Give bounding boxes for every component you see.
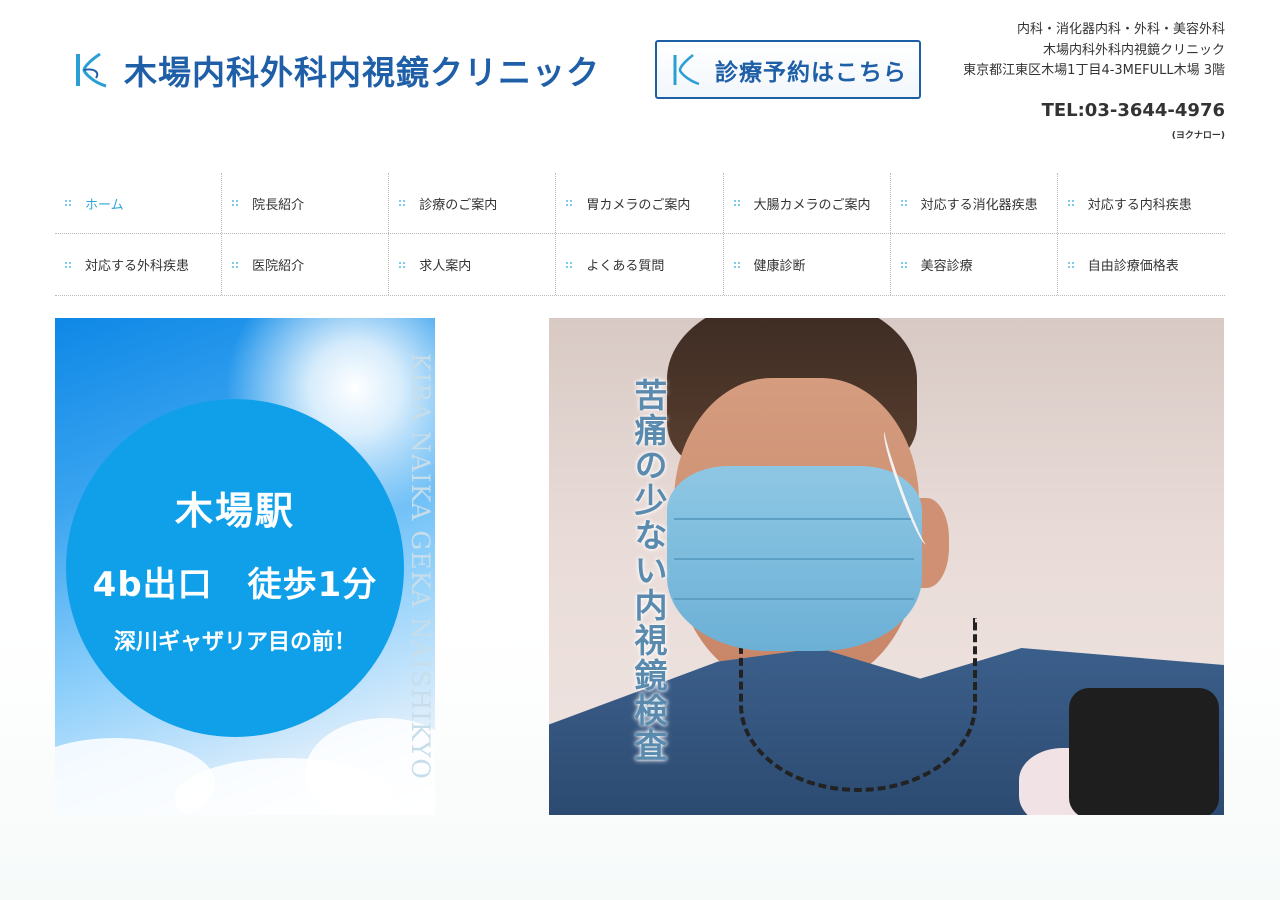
- nav-bullet-icon: [399, 200, 406, 206]
- clinic-logo-icon: [76, 52, 107, 88]
- main-nav: ホーム 院長紹介 診療のご案内 胃カメラのご案内 大腸カメラのご案内 対応する消…: [55, 173, 1225, 296]
- nav-row-1: ホーム 院長紹介 診療のご案内 胃カメラのご案内 大腸カメラのご案内 対応する消…: [55, 173, 1225, 234]
- nav-item-faq[interactable]: よくある質問: [556, 234, 724, 295]
- doctor-hero-image: 苦痛の少ない内視鏡検査: [549, 318, 1224, 815]
- nav-item-label: 自由診療価格表: [1087, 259, 1179, 274]
- nav-item-label: 求人案内: [419, 259, 472, 274]
- nav-item-label: 院長紹介: [252, 197, 305, 213]
- mask-pleat: [674, 558, 914, 560]
- nav-bullet-icon: [900, 261, 907, 268]
- nav-item-surgical-diseases[interactable]: 対応する外科疾患: [55, 234, 223, 295]
- reservation-button[interactable]: 診療予約はこちら: [655, 40, 921, 99]
- nav-bullet-icon: [232, 200, 239, 206]
- clinic-logo-icon: [673, 53, 700, 85]
- clinic-address: 東京都江東区木場1丁目4-3MEFULL木場 3階: [963, 63, 1225, 78]
- nav-item-internal-diseases[interactable]: 対応する内科疾患: [1058, 173, 1225, 233]
- access-banner[interactable]: 木場駅 4b出口 徒歩1分 深川ギャザリア目の前！ KIBA NAIKA GEK…: [55, 318, 435, 815]
- access-circle: 木場駅 4b出口 徒歩1分 深川ギャザリア目の前！: [66, 399, 404, 737]
- nav-item-label: 医院紹介: [252, 259, 305, 274]
- nav-bullet-icon: [399, 261, 406, 268]
- nav-bullet-icon: [566, 261, 573, 268]
- nav-item-clinic-intro[interactable]: 医院紹介: [222, 234, 390, 295]
- nav-item-label: 美容診療: [920, 259, 973, 274]
- nav-item-price-list[interactable]: 自由診療価格表: [1058, 234, 1225, 295]
- nav-item-label: 対応する外科疾患: [85, 259, 190, 274]
- clinic-info: 内科・消化器内科・外科・美容外科 木場内科外科内視鏡クリニック 東京都江東区木場…: [963, 20, 1225, 82]
- phone-number[interactable]: TEL:03-3644-4976: [1042, 100, 1225, 121]
- nav-item-label: よくある質問: [586, 259, 665, 274]
- nav-item-health-checkup[interactable]: 健康診断: [724, 234, 891, 295]
- nav-bullet-icon: [65, 200, 71, 206]
- clinic-name-romaji: KIBA NAIKA GEKA NAISHIKYO: [406, 353, 435, 780]
- nav-item-cosmetic[interactable]: 美容診療: [891, 234, 1058, 295]
- nav-item-label: 診療のご案内: [419, 197, 498, 213]
- nav-bullet-icon: [900, 200, 907, 206]
- nav-item-label: 対応する消化器疾患: [920, 197, 1038, 213]
- phone-mnemonic: (ヨクナロー): [1171, 131, 1225, 141]
- clinic-name: 木場内科外科内視鏡クリニック: [1042, 42, 1225, 58]
- nav-bullet-icon: [566, 200, 573, 206]
- nav-bullet-icon: [1067, 200, 1074, 206]
- nav-bullet-icon: [733, 200, 740, 206]
- exit-walk-time: 4b出口 徒歩1分: [92, 565, 378, 605]
- endoscope: [1069, 688, 1219, 815]
- nav-item-director[interactable]: 院長紹介: [222, 173, 390, 233]
- nav-row-2: 対応する外科疾患 医院紹介 求人案内 よくある質問 健康診断 美容診療 自由診療…: [55, 234, 1225, 296]
- clinic-logo[interactable]: 木場内科外科内視鏡クリニック: [70, 46, 600, 94]
- clinic-logo-text: 木場内科外科内視鏡クリニック: [124, 53, 600, 92]
- nav-item-label: 胃カメラのご案内: [586, 197, 691, 213]
- nav-item-label: 対応する内科疾患: [1087, 197, 1192, 213]
- station-name: 木場駅: [174, 489, 295, 533]
- clinic-specialties: 内科・消化器内科・外科・美容外科: [1016, 22, 1225, 37]
- reservation-button-label: 診療予約はこちら: [715, 59, 907, 86]
- nav-item-home[interactable]: ホーム: [55, 173, 223, 233]
- hero-catchphrase: 苦痛の少ない内視鏡検査: [629, 378, 668, 763]
- mask-pleat: [674, 598, 914, 600]
- nav-item-gastroscopy[interactable]: 胃カメラのご案内: [556, 173, 724, 233]
- nav-bullet-icon: [1067, 261, 1074, 268]
- nav-item-guide[interactable]: 診療のご案内: [389, 173, 557, 233]
- nav-bullet-icon: [733, 261, 740, 268]
- nav-bullet-icon: [65, 261, 71, 268]
- nav-bullet-icon: [232, 261, 239, 268]
- landmark-text: 深川ギャザリア目の前！: [113, 630, 356, 655]
- nav-item-label: 健康診断: [753, 259, 806, 274]
- nav-item-digestive-diseases[interactable]: 対応する消化器疾患: [891, 173, 1058, 233]
- nav-item-label: 大腸カメラのご案内: [753, 197, 871, 213]
- nav-item-label: ホーム: [85, 197, 124, 213]
- nav-item-recruitment[interactable]: 求人案内: [389, 234, 557, 295]
- nav-item-colonoscopy[interactable]: 大腸カメラのご案内: [724, 173, 891, 233]
- mask-pleat: [674, 518, 914, 520]
